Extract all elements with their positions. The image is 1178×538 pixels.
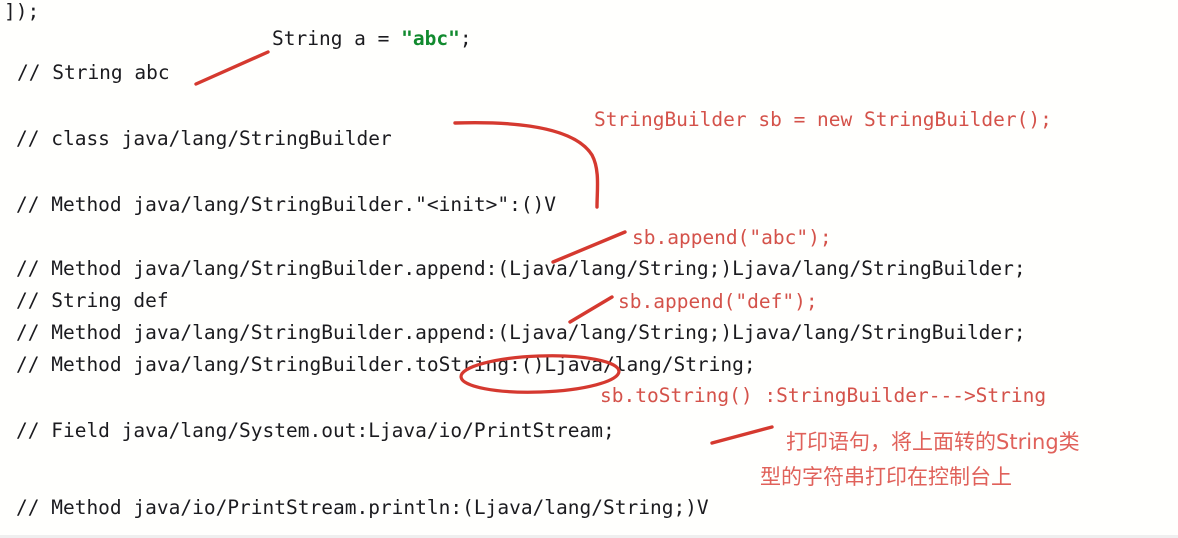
code-line-comment-class-stringbuilder: // class java/lang/StringBuilder (16, 127, 392, 150)
annotation-sb-tostring: sb.toString() :StringBuilder--->String (600, 384, 1047, 407)
leader-line-append-def (568, 295, 614, 324)
code-line-comment-method-append-1: // Method java/lang/StringBuilder.append… (16, 257, 1026, 280)
code-line-comment-method-tostring: // Method java/lang/StringBuilder.toStri… (16, 353, 756, 377)
annotation-sb-append-def: sb.append("def"); (618, 290, 818, 313)
leader-line-string-abc (194, 50, 270, 86)
tostring-line-prefix: // Method java/lang/StringBuilder. (16, 353, 416, 376)
annotation-stringbuilder-new: StringBuilder sb = new StringBuilder(); (594, 108, 1052, 131)
code-line-comment-string-def: // String def (16, 289, 169, 312)
source-string-decl-prefix: String a = (272, 27, 402, 50)
annotation-cjk-line-1: 打印语句，将上面转的String类 (786, 430, 1080, 454)
annotation-sb-append-abc: sb.append("abc"); (632, 226, 832, 249)
source-string-decl-suffix: ; (459, 27, 472, 50)
source-line-string-declaration: String a = "abc"; (272, 27, 472, 51)
source-string-literal-abc: "abc" (401, 27, 460, 50)
code-line-comment-string-abc: // String abc (17, 61, 170, 84)
leader-line-println (710, 425, 774, 445)
tostring-circled-text: toString:() (415, 353, 545, 376)
tostring-line-suffix: Ljava/lang/String; (544, 353, 756, 376)
code-line-comment-method-init: // Method java/lang/StringBuilder."<init… (16, 193, 557, 216)
code-line-close-paren: ]); (4, 0, 40, 23)
annotation-cjk-line-2: 型的字符串打印在控制台上 (760, 465, 1012, 489)
code-line-comment-method-println: // Method java/io/PrintStream.println:(L… (16, 496, 709, 519)
code-line-comment-method-append-2: // Method java/lang/StringBuilder.append… (16, 321, 1026, 344)
bytecode-annotation-screenshot: ]); String a = "abc"; // String abc // c… (0, 0, 1178, 538)
code-line-comment-field-system-out: // Field java/lang/System.out:Ljava/io/P… (16, 419, 615, 442)
